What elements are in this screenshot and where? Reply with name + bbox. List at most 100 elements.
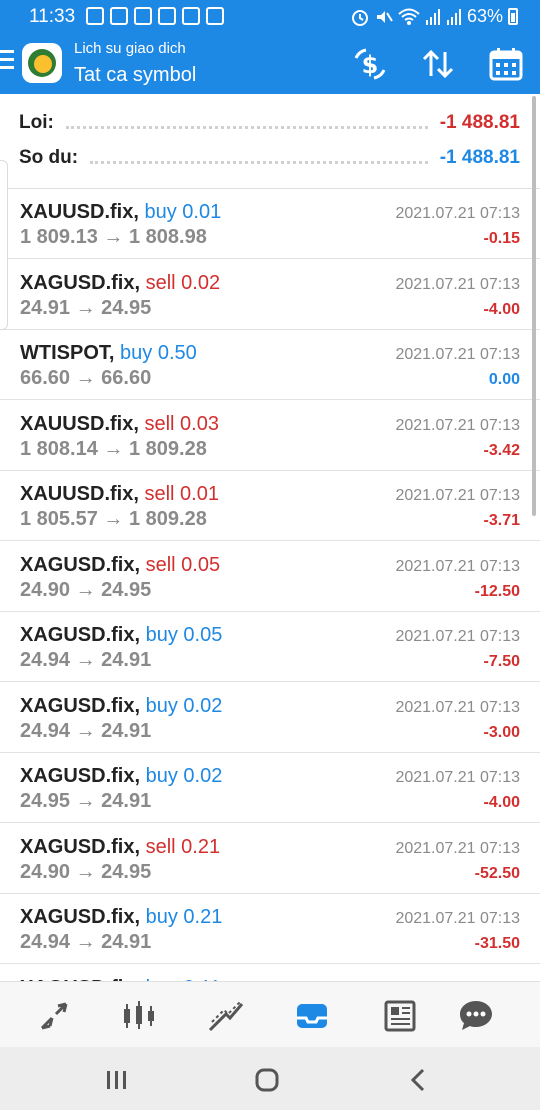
trade-row[interactable]: WTISPOT, buy 0.50 66.60 → 66.60 2021.07.21… <box>0 330 540 400</box>
trade-row[interactable]: XAGUSD.fix, buy 0.02 24.94 → 24.91 2021.07… <box>0 683 540 753</box>
currency-exchange-icon[interactable]: $ <box>352 46 388 82</box>
back-icon[interactable] <box>404 1065 434 1095</box>
trade-row[interactable]: XAGUSD.fix, sell 0.02 24.91 → 24.95 2021.0… <box>0 260 540 330</box>
bottom-navigation <box>0 981 540 1047</box>
notification-icon <box>110 7 128 25</box>
recent-apps-icon[interactable] <box>102 1065 132 1095</box>
symbol-name: XAGUSD.fix, <box>20 272 141 294</box>
trade-row[interactable]: XAGUSD.fix, buy 0.02 24.95 → 24.91 2021.07… <box>0 753 540 823</box>
battery-icon <box>508 8 518 25</box>
trade-time: 2021.07.21 07:13 <box>395 558 520 575</box>
trade-profit: -0.15 <box>483 230 520 247</box>
trade-side-volume: buy 0.21 <box>145 906 223 928</box>
symbol-name: XAGUSD.fix, <box>20 765 141 787</box>
notification-icon <box>134 7 152 25</box>
menu-icon[interactable] <box>0 50 14 72</box>
mute-icon <box>376 10 393 23</box>
trade-side-volume: buy 0.01 <box>144 201 222 223</box>
sort-icon[interactable] <box>420 46 456 82</box>
symbol-name: XAGUSD.fix, <box>20 624 141 646</box>
alarm-icon <box>351 9 368 26</box>
symbol-name: XAUUSD.fix, <box>20 483 139 505</box>
status-bar: 11:33 63% <box>0 0 540 34</box>
dotted-leader <box>65 125 428 129</box>
trade-row[interactable]: XAGUSD.fix, buy 0.21 24.94 → 24.91 2021.07… <box>0 894 540 964</box>
app-logo[interactable] <box>22 43 62 83</box>
trade-side-volume: sell 0.02 <box>145 272 221 294</box>
trade-time: 2021.07.21 07:13 <box>395 487 520 504</box>
trade-prices: 24.94 → 24.91 <box>20 931 152 953</box>
home-icon[interactable] <box>252 1065 282 1095</box>
trade-profit: -4.00 <box>483 794 520 811</box>
trade-time: 2021.07.21 07:13 <box>395 417 520 434</box>
trade-prices: 1 809.13 → 1 808.98 <box>20 226 207 248</box>
trade-row[interactable]: XAUUSD.fix, sell 0.01 1 805.57 → 1 809.28… <box>0 471 540 541</box>
trade-symbol: XAUUSD.fix, sell 0.03 <box>20 413 219 436</box>
chart-icon[interactable] <box>120 996 160 1036</box>
trade-icon[interactable] <box>206 996 246 1036</box>
trade-side-volume: buy 0.02 <box>145 765 223 787</box>
symbol-name: XAGUSD.fix, <box>20 906 141 928</box>
quotes-icon[interactable] <box>34 996 74 1036</box>
trade-prices: 24.94 → 24.91 <box>20 720 152 742</box>
trade-time: 2021.07.21 07:13 <box>395 628 520 645</box>
symbol-name: XAUUSD.fix, <box>20 413 139 435</box>
status-time: 11:33 <box>29 6 76 27</box>
trade-row[interactable]: XAUUSD.fix, buy 0.01 1 809.13 → 1 808.98 2… <box>0 189 540 259</box>
trade-symbol: XAGUSD.fix, buy 0.02 <box>20 695 222 718</box>
trade-symbol: WTISPOT, buy 0.50 <box>20 342 197 365</box>
symbol-name: XAGUSD.fix, <box>20 695 141 717</box>
trade-symbol: XAGUSD.fix, sell 0.21 <box>20 836 220 859</box>
trade-row[interactable]: XAGUSD.fix, buy 0.05 24.94 → 24.91 2021.07… <box>0 612 540 682</box>
notification-icon <box>86 7 104 25</box>
trade-prices: 66.60 → 66.60 <box>20 367 152 389</box>
symbol-name: XAGUSD.fix, <box>20 554 141 576</box>
trade-profit: -3.00 <box>483 724 520 741</box>
symbol-name: XAUUSD.fix, <box>20 201 139 223</box>
trade-side-volume: sell 0.05 <box>145 554 221 576</box>
symbol-name: XAGUSD.fix, <box>20 836 141 858</box>
trade-side-volume: buy 0.50 <box>120 342 197 364</box>
trade-side-volume: sell 0.01 <box>144 483 219 505</box>
trade-prices: 24.90 → 24.95 <box>20 861 152 883</box>
trade-symbol: XAGUSD.fix, buy 0.02 <box>20 765 222 788</box>
trade-time: 2021.07.21 07:13 <box>395 769 520 786</box>
news-icon[interactable] <box>380 996 420 1036</box>
notification-icons <box>86 7 224 25</box>
chat-icon[interactable] <box>456 996 496 1036</box>
trade-profit: -31.50 <box>474 935 520 952</box>
trade-row[interactable]: XAGUSD.fix, sell 0.21 24.90 → 24.95 2021.0… <box>0 824 540 894</box>
trade-row[interactable]: XAGUSD.fix, buy 0.112021.07.21 07:13 <box>0 965 540 981</box>
screen: 11:33 63% Lich su giao dich Tat ca symbo… <box>0 0 540 1110</box>
trade-side-volume: sell 0.03 <box>144 413 219 435</box>
trade-symbol: XAGUSD.fix, buy 0.05 <box>20 624 222 647</box>
header-title[interactable]: Tat ca symbol <box>74 64 196 87</box>
header-subtitle: Lich su giao dich <box>74 40 186 57</box>
trade-symbol: XAGUSD.fix, sell 0.05 <box>20 554 220 577</box>
system-status-icons: 63% <box>350 6 518 27</box>
history-icon[interactable] <box>292 996 332 1036</box>
trade-symbol: XAGUSD.fix, buy 0.21 <box>20 906 222 929</box>
signal-icon <box>446 8 461 25</box>
trade-side-volume: sell 0.21 <box>145 836 221 858</box>
trade-side-volume: buy 0.05 <box>145 624 223 646</box>
scrollbar[interactable] <box>532 96 536 516</box>
trade-history-list[interactable]: XAUUSD.fix, buy 0.01 1 809.13 → 1 808.98 2… <box>0 189 540 981</box>
trade-prices: 24.90 → 24.95 <box>20 579 152 601</box>
profit-row: Loi: -1 488.81 <box>19 108 520 138</box>
balance-value: -1 488.81 <box>439 147 520 168</box>
drawer-edge-handle[interactable] <box>0 160 8 330</box>
profit-value: -1 488.81 <box>439 112 520 133</box>
trade-row[interactable]: XAUUSD.fix, sell 0.03 1 808.14 → 1 809.28… <box>0 401 540 471</box>
trade-symbol: XAUUSD.fix, buy 0.01 <box>20 201 221 224</box>
trade-prices: 1 808.14 → 1 809.28 <box>20 438 207 460</box>
trade-profit: -52.50 <box>474 865 520 882</box>
trade-profit: -7.50 <box>483 653 520 670</box>
app-header: 11:33 63% Lich su giao dich Tat ca symbo… <box>0 0 540 94</box>
trade-time: 2021.07.21 07:13 <box>395 346 520 363</box>
dotted-leader <box>90 160 428 164</box>
calendar-icon[interactable] <box>488 46 524 82</box>
trade-time: 2021.07.21 07:13 <box>395 699 520 716</box>
svg-text:$: $ <box>362 51 379 79</box>
trade-row[interactable]: XAGUSD.fix, sell 0.05 24.90 → 24.95 2021.0… <box>0 542 540 612</box>
